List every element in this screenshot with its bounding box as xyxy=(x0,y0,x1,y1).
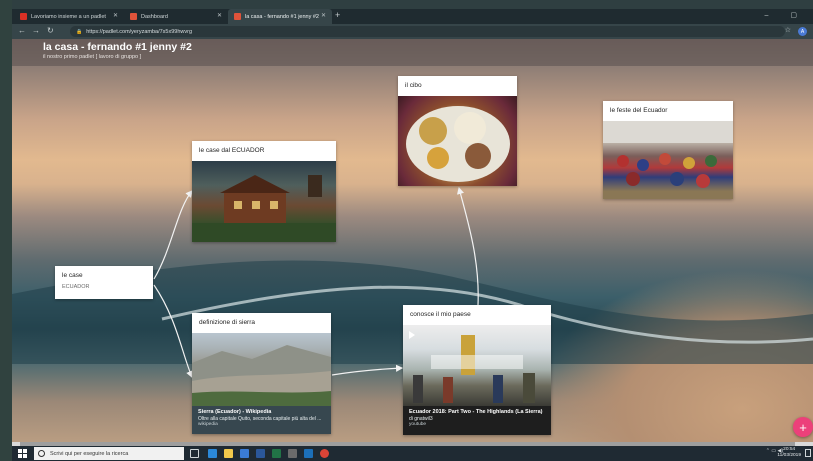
card-title: le case xyxy=(62,272,83,279)
tab-label: Lavoriamo insieme a un padlet xyxy=(31,13,106,20)
card-title: il cibo xyxy=(405,82,422,89)
video-thumbnail[interactable] xyxy=(403,325,551,406)
card-case-ecuador[interactable]: le case dal ECUADOR xyxy=(192,141,336,242)
new-tab-button[interactable]: + xyxy=(335,10,340,20)
connector-le-case-to-case xyxy=(153,190,193,280)
beach-sand xyxy=(532,269,813,442)
video-source: youtube xyxy=(409,421,427,427)
card-title: le case dal ECUADOR xyxy=(199,147,265,154)
pen-app-icon[interactable] xyxy=(288,449,297,458)
house-illustration xyxy=(192,175,336,242)
search-placeholder: Scrivi qui per eseguire la ricerca xyxy=(50,450,129,457)
chrome-icon[interactable] xyxy=(320,449,329,458)
card-image-house[interactable] xyxy=(192,161,336,242)
cortana-icon xyxy=(38,450,45,457)
windows-start-icon[interactable] xyxy=(18,449,27,458)
card-subtitle: ECUADOR xyxy=(62,284,90,290)
play-icon[interactable] xyxy=(409,331,415,339)
window-controls[interactable]: – ▢ xyxy=(765,11,807,19)
notification-center-icon[interactable] xyxy=(805,449,811,457)
store-icon[interactable] xyxy=(240,449,249,458)
card-image-city[interactable] xyxy=(192,333,331,406)
close-icon[interactable]: ✕ xyxy=(217,12,222,19)
board-header: la casa - fernando #1 jenny #2 il nostro… xyxy=(12,39,813,66)
video-title: Ecuador 2018: Part Two - The Highlands (… xyxy=(409,409,543,415)
festival-crowd-illustration xyxy=(603,121,733,188)
link-title: Sierra (Ecuador) - Wikipedia xyxy=(198,409,272,415)
board-subtitle: il nostro primo padlet [ lavoro di grupp… xyxy=(43,54,142,60)
link-preview[interactable]: Sierra (Ecuador) - Wikipedia Oltre alla … xyxy=(192,406,331,434)
close-icon[interactable]: ✕ xyxy=(113,12,118,19)
profile-avatar[interactable]: A xyxy=(798,27,807,36)
tab-label: Dashboard xyxy=(141,13,168,20)
tab-gmail[interactable]: Lavoriamo insieme a un padlet ✕ xyxy=(14,9,124,24)
tab-la-casa[interactable]: la casa - fernando #1 jenny #2 ✕ xyxy=(228,9,332,24)
reload-icon[interactable]: ↻ xyxy=(47,26,54,35)
food-plate-illustration xyxy=(406,106,510,182)
taskbar-search-input[interactable]: Scrivi qui per eseguire la ricerca xyxy=(34,447,184,460)
card-feste[interactable]: le feste del Ecuador xyxy=(603,101,733,199)
board-title: la casa - fernando #1 jenny #2 xyxy=(43,41,192,53)
window-edge xyxy=(0,0,12,461)
market-people-illustration xyxy=(413,335,535,403)
add-post-button[interactable]: + xyxy=(793,417,813,437)
link-source: wikipedia xyxy=(198,421,218,427)
connector-le-case-to-sierra xyxy=(153,284,193,379)
outlook-icon[interactable] xyxy=(304,449,313,458)
card-paese[interactable]: conosce il mio paese Ecuador 2018: Part … xyxy=(403,305,551,435)
link-description: Oltre alla capitale Quito, seconda capit… xyxy=(198,415,322,422)
url-input[interactable]: 🔒 https://padlet.com/yeryzamba/7s5x99hwv… xyxy=(70,26,785,37)
url-text: https://padlet.com/yeryzamba/7s5x99hwvrg xyxy=(86,28,193,35)
tab-label: la casa - fernando #1 jenny #2 xyxy=(245,13,319,20)
taskbar-clock[interactable]: 20:54 11/03/2019 xyxy=(777,447,801,459)
excel-icon[interactable] xyxy=(272,449,281,458)
edge-icon[interactable] xyxy=(208,449,217,458)
gmail-icon xyxy=(20,13,27,20)
close-icon[interactable]: ✕ xyxy=(321,12,326,19)
taskbar: Scrivi qui per eseguire la ricerca ⌃ ▭ ◀… xyxy=(12,446,813,461)
card-title: definizione di sierra xyxy=(199,319,256,326)
card-image-food[interactable] xyxy=(398,96,517,186)
word-icon[interactable] xyxy=(256,449,265,458)
video-preview[interactable]: Ecuador 2018: Part Two - The Highlands (… xyxy=(403,406,551,435)
forward-icon[interactable]: → xyxy=(32,26,40,35)
file-explorer-icon[interactable] xyxy=(224,449,233,458)
card-le-case[interactable]: le case ECUADOR xyxy=(55,266,153,299)
card-cibo[interactable]: il cibo xyxy=(398,76,517,186)
card-title: conosce il mio paese xyxy=(410,311,471,318)
address-bar-row: ← → ↻ 🔒 https://padlet.com/yeryzamba/7s5… xyxy=(12,24,813,39)
connector-sierra-to-paese xyxy=(331,364,404,376)
padlet-board[interactable]: la casa - fernando #1 jenny #2 il nostro… xyxy=(12,39,813,442)
bookmark-star-icon[interactable]: ☆ xyxy=(785,26,791,34)
card-image-festival[interactable] xyxy=(603,121,733,199)
clock-date: 11/03/2019 xyxy=(777,453,801,459)
connector-paese-to-cibo xyxy=(457,186,479,306)
card-title: le feste del Ecuador xyxy=(610,107,668,114)
tab-dashboard[interactable]: Dashboard ✕ xyxy=(124,9,228,24)
card-sierra[interactable]: definizione di sierra Sierra (Ecuador) -… xyxy=(192,313,331,434)
task-view-icon[interactable] xyxy=(190,449,199,458)
city-valley-illustration xyxy=(192,345,331,406)
padlet-icon xyxy=(234,13,241,20)
browser-tab-strip: Lavoriamo insieme a un padlet ✕ Dashboar… xyxy=(12,9,813,24)
lock-icon: 🔒 xyxy=(76,28,83,35)
back-icon[interactable]: ← xyxy=(18,26,26,35)
padlet-icon xyxy=(130,13,137,20)
